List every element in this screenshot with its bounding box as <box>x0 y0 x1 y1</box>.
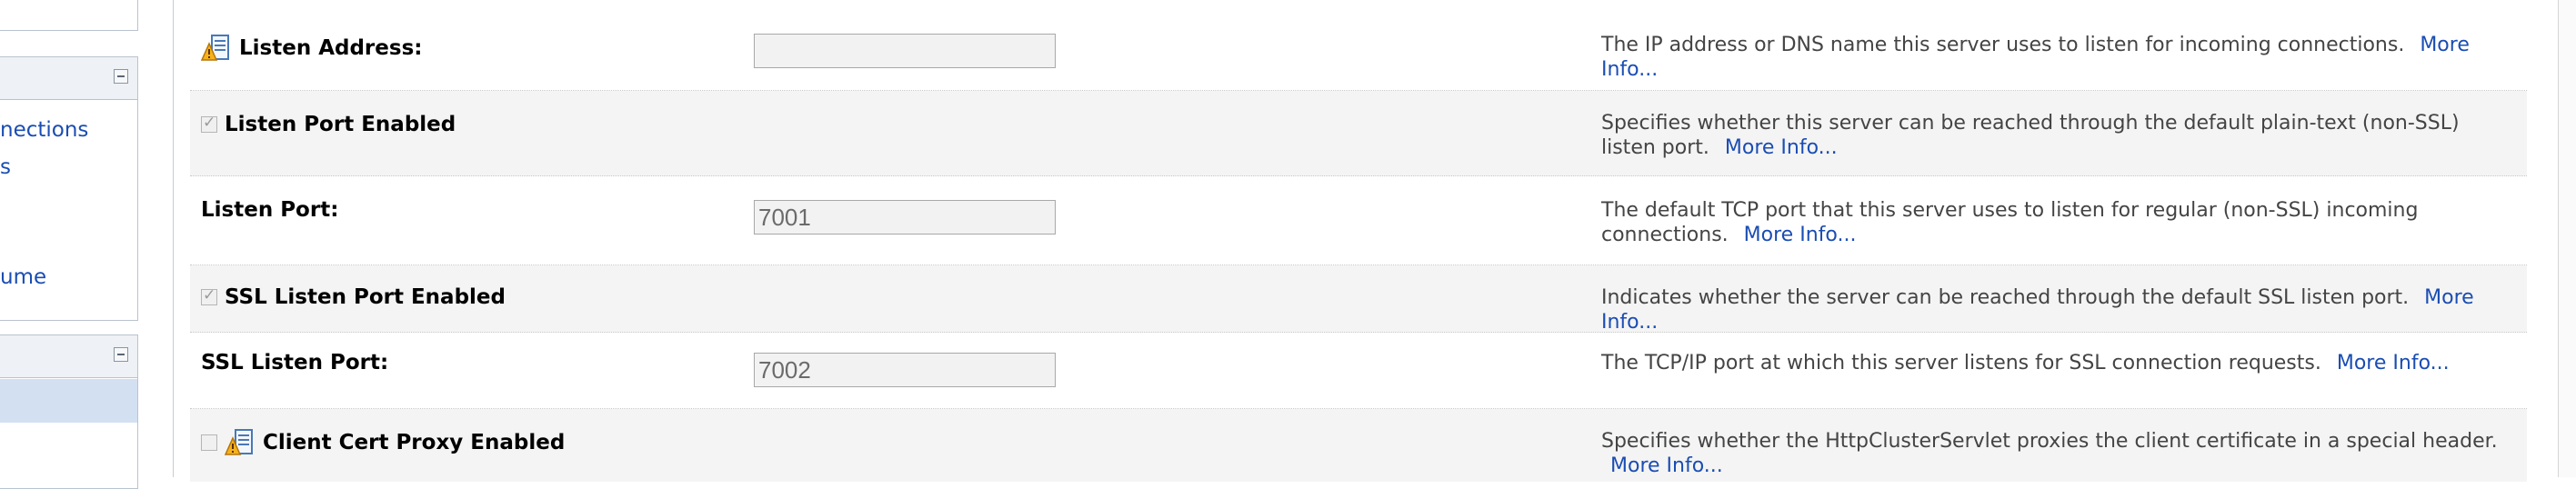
page-right-edge <box>2558 0 2576 477</box>
field-label: Listen Address: <box>201 33 422 64</box>
field-description: The IP address or DNS name this server u… <box>1601 33 2520 82</box>
more-info-link[interactable]: More Info... <box>1725 136 1838 159</box>
ssl-listen-port-description: The TCP/IP port at which this server lis… <box>1601 352 2321 374</box>
more-info-link[interactable]: More Info... <box>1610 454 1723 477</box>
table-row-listen-address: Listen Address: The IP address or DNS na… <box>190 15 2527 91</box>
field-description: Specifies whether the HttpClusterServlet… <box>1601 429 2520 478</box>
field-label: Client Cert Proxy Enabled <box>201 427 565 458</box>
ssl-listen-port-enabled-description: Indicates whether the server can be reac… <box>1601 286 2410 309</box>
more-info-link[interactable]: More Info... <box>1744 224 1857 246</box>
field-description: Indicates whether the server can be reac… <box>1601 285 2520 334</box>
table-row-client-cert-proxy-enabled: Client Cert Proxy Enabled Specifies whet… <box>190 409 2527 482</box>
table-row-listen-port-enabled: Listen Port Enabled Specifies whether th… <box>190 91 2527 176</box>
listen-port-description: The default TCP port that this server us… <box>1601 199 2419 246</box>
table-row-ssl-listen-port-enabled: SSL Listen Port Enabled Indicates whethe… <box>190 265 2527 334</box>
listen-port-enabled-checkbox[interactable] <box>201 114 217 133</box>
more-info-link[interactable]: More Info... <box>2337 352 2450 374</box>
sidebar-panel-header <box>0 335 137 378</box>
restart-required-warning-icon <box>201 35 229 61</box>
ssl-listen-port-input[interactable]: 7002 <box>754 353 1056 387</box>
collapse-icon[interactable] <box>114 69 128 84</box>
sidebar-panel-top <box>0 0 138 31</box>
listen-port-label: Listen Port: <box>201 198 339 222</box>
sidebar-link-volume[interactable]: ume <box>0 265 46 289</box>
client-cert-proxy-enabled-description: Specifies whether the HttpClusterServlet… <box>1601 430 2498 453</box>
sidebar-link-connections[interactable]: nections <box>0 118 88 142</box>
client-cert-proxy-enabled-label: Client Cert Proxy Enabled <box>263 431 566 454</box>
listen-address-description: The IP address or DNS name this server u… <box>1601 34 2405 56</box>
ssl-listen-port-label: SSL Listen Port: <box>201 351 389 374</box>
settings-table: Listen Address: The IP address or DNS na… <box>173 0 2527 482</box>
collapse-icon[interactable] <box>114 347 128 362</box>
field-label: Listen Port Enabled <box>201 113 456 136</box>
sidebar-panel-header <box>0 57 137 100</box>
sidebar-link-s[interactable]: s <box>0 155 11 179</box>
listen-address-label: Listen Address: <box>239 36 423 60</box>
listen-address-input[interactable] <box>754 34 1056 68</box>
client-cert-proxy-enabled-checkbox[interactable] <box>201 434 217 451</box>
sidebar-panel-change-center: nections s ume <box>0 56 138 321</box>
field-description: The default TCP port that this server us… <box>1601 198 2520 247</box>
listen-port-input[interactable]: 7001 <box>754 200 1056 235</box>
sidebar-selected-item[interactable] <box>0 379 137 423</box>
restart-required-warning-icon <box>225 429 253 455</box>
table-row-listen-port: Listen Port: 7001 The default TCP port t… <box>190 176 2527 265</box>
field-description: Specifies whether this server can be rea… <box>1601 111 2520 160</box>
field-label: SSL Listen Port Enabled <box>201 285 506 309</box>
sidebar-panel-how-do-i <box>0 334 138 489</box>
ssl-listen-port-enabled-label: SSL Listen Port Enabled <box>225 285 506 309</box>
ssl-listen-port-enabled-checkbox[interactable] <box>201 286 217 305</box>
table-row-ssl-listen-port: SSL Listen Port: 7002 The TCP/IP port at… <box>190 333 2527 409</box>
field-label: Listen Port: <box>201 198 338 222</box>
field-description: The TCP/IP port at which this server lis… <box>1601 351 2520 375</box>
listen-port-enabled-label: Listen Port Enabled <box>225 113 456 136</box>
field-label: SSL Listen Port: <box>201 351 388 374</box>
left-sidebar: nections s ume <box>0 0 173 489</box>
